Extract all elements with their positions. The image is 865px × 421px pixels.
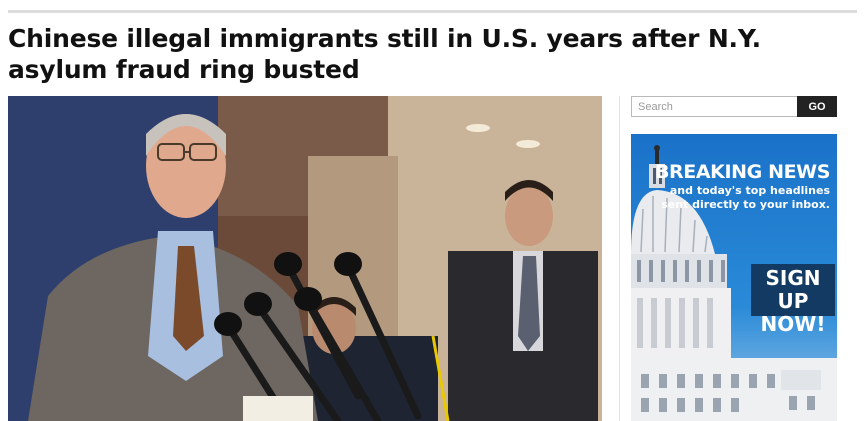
sign-up-line-2: NOW! [760,312,826,336]
search-input[interactable] [631,96,797,117]
press-conference-illustration [8,96,602,421]
sign-up-line-1: SIGN UP [765,266,821,313]
newsletter-signup-ad[interactable]: BREAKING NEWS and today's top headlines … [631,134,837,421]
sidebar-divider [619,96,620,421]
sign-up-button[interactable]: SIGN UP NOW! [751,264,835,336]
ad-subtitle: and today's top headlines sent directly … [661,184,830,211]
search-go-button[interactable]: GO [797,96,837,117]
top-divider [8,10,857,13]
ad-title: BREAKING NEWS [654,161,830,183]
article-photo[interactable] [8,96,602,421]
article-headline: Chinese illegal immigrants still in U.S.… [8,24,761,84]
